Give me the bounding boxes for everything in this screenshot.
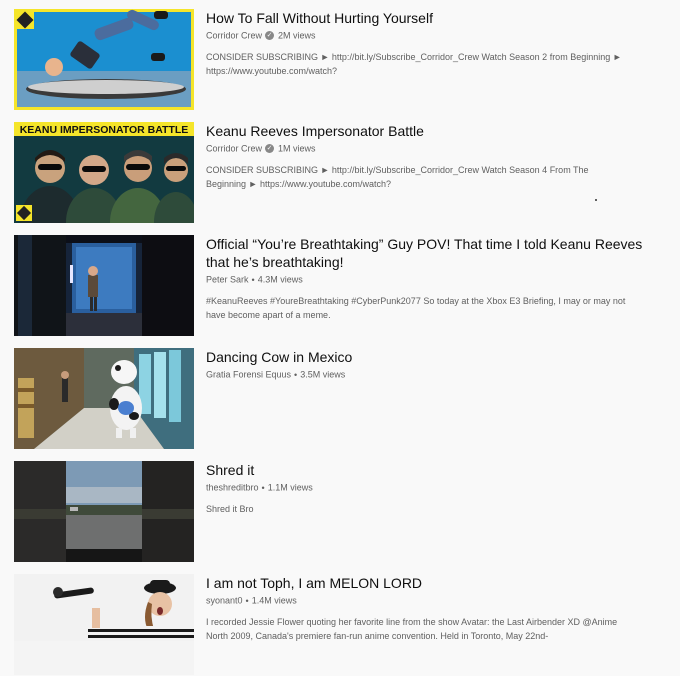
video-title[interactable]: Shred it — [206, 461, 646, 479]
video-description: CONSIDER SUBSCRIBING ► http://bit.ly/Sub… — [206, 164, 589, 189]
stray-dot — [595, 199, 597, 201]
video-info: How To Fall Without Hurting Yourself Cor… — [206, 9, 646, 78]
channel-name[interactable]: Peter Sark — [206, 275, 249, 285]
video-meta: Peter Sark • 4.3M views — [206, 272, 646, 287]
video-result[interactable]: Shred it theshreditbro • 1.1M views Shred … — [0, 461, 680, 563]
view-count: 2M views — [278, 30, 316, 41]
channel-name[interactable]: theshreditbro — [206, 483, 259, 493]
video-description: I recorded Jessie Flower quoting her fav… — [206, 616, 618, 641]
video-thumbnail[interactable] — [14, 461, 194, 562]
separator-dot: • — [261, 482, 265, 493]
search-results-list: How To Fall Without Hurting Yourself Cor… — [0, 0, 680, 675]
thumbnail-image-breathtaking — [14, 235, 194, 336]
video-info: Keanu Reeves Impersonator Battle Corrido… — [206, 122, 646, 191]
video-meta: Corridor Crew ✓ 2M views — [206, 28, 646, 43]
video-description: #KeanuReeves #YoureBreathtaking #CyberPu… — [206, 295, 626, 320]
video-meta: Corridor Crew ✓ 1M views — [206, 141, 646, 156]
video-title[interactable]: Dancing Cow in Mexico — [206, 348, 646, 366]
thumbnail-image-cow — [14, 348, 194, 449]
view-count: 1.1M views — [267, 482, 313, 493]
video-info: Shred it theshreditbro • 1.1M views Shred … — [206, 461, 646, 516]
view-count: 3.5M views — [300, 369, 346, 380]
video-meta: syonant0 • 1.4M views — [206, 593, 646, 608]
thumbnail-image-shred — [14, 461, 194, 562]
verified-check-icon: ✓ — [265, 144, 275, 154]
separator-dot: • — [245, 595, 249, 606]
video-title[interactable]: How To Fall Without Hurting Yourself — [206, 9, 646, 27]
separator-dot: • — [294, 369, 298, 380]
video-title[interactable]: Keanu Reeves Impersonator Battle — [206, 122, 646, 140]
thumbnail-image-melon-lord — [14, 574, 194, 641]
video-thumbnail[interactable]: KEANU IMPERSONATOR BATTLE — [14, 122, 194, 223]
video-thumbnail[interactable] — [14, 9, 194, 110]
video-title[interactable]: I am not Toph, I am MELON LORD — [206, 574, 646, 592]
video-info: I am not Toph, I am MELON LORD syonant0 •… — [206, 574, 646, 643]
view-count: 4.3M views — [257, 274, 303, 285]
video-description: Shred it Bro — [206, 503, 254, 514]
video-info: Official “You’re Breathtaking” Guy POV! … — [206, 235, 646, 322]
video-result[interactable]: Dancing Cow in Mexico Gratia Forensi Equ… — [0, 348, 680, 450]
verified-check-icon: ✓ — [265, 31, 275, 41]
video-meta: theshreditbro • 1.1M views — [206, 480, 646, 495]
thumbnail-image-keanu: KEANU IMPERSONATOR BATTLE — [14, 122, 194, 223]
video-result[interactable]: How To Fall Without Hurting Yourself Cor… — [0, 9, 680, 111]
thumbnail-caption: KEANU IMPERSONATOR BATTLE — [20, 124, 189, 136]
video-meta: Gratia Forensi Equus • 3.5M views — [206, 367, 646, 382]
video-result[interactable]: I am not Toph, I am MELON LORD syonant0 •… — [0, 574, 680, 676]
video-thumbnail[interactable] — [14, 348, 194, 449]
channel-name[interactable]: syonant0 — [206, 596, 243, 606]
video-description: CONSIDER SUBSCRIBING ► http://bit.ly/Sub… — [206, 51, 622, 76]
video-info: Dancing Cow in Mexico Gratia Forensi Equ… — [206, 348, 646, 382]
video-result[interactable]: Official “You’re Breathtaking” Guy POV! … — [0, 235, 680, 337]
video-result[interactable]: KEANU IMPERSONATOR BATTLE Keanu Reeves I… — [0, 122, 680, 224]
view-count: 1M views — [278, 143, 316, 154]
video-title[interactable]: Official “You’re Breathtaking” Guy POV! … — [206, 235, 646, 271]
thumbnail-image-fall — [16, 9, 191, 107]
channel-name[interactable]: Gratia Forensi Equus — [206, 370, 291, 380]
channel-name[interactable]: Corridor Crew — [206, 144, 262, 154]
video-thumbnail[interactable] — [14, 574, 194, 675]
separator-dot: • — [251, 274, 255, 285]
channel-name[interactable]: Corridor Crew — [206, 31, 262, 41]
view-count: 1.4M views — [251, 595, 297, 606]
video-thumbnail[interactable] — [14, 235, 194, 336]
